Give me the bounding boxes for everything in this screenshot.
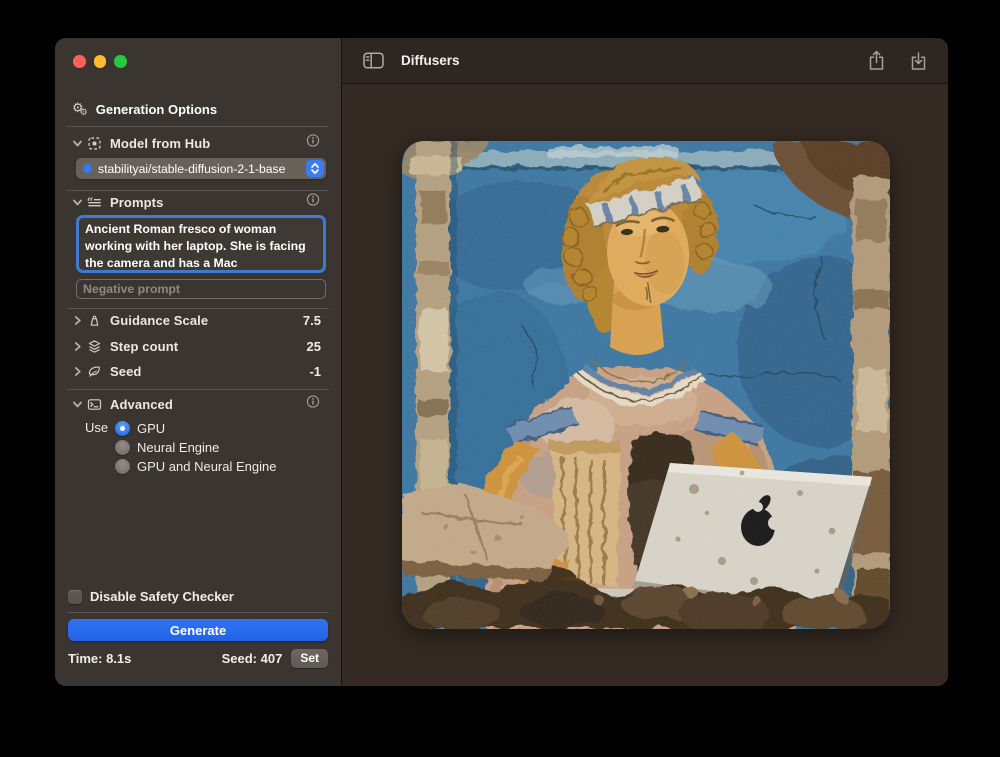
radio-unselected-icon[interactable] [115, 459, 130, 474]
guidance-scale-row[interactable]: Guidance Scale 7.5 [55, 311, 341, 329]
set-seed-button[interactable]: Set [291, 649, 328, 668]
seed-status-value: 407 [261, 651, 283, 666]
time-status: Time: 8.1s [68, 651, 131, 666]
chevron-down-icon[interactable] [70, 399, 84, 410]
divider [67, 612, 329, 613]
model-select[interactable]: stabilityai/stable-diffusion-2-1-base [76, 158, 326, 179]
seed-label: Seed [110, 364, 141, 379]
radio-gpu-label: GPU [137, 421, 165, 436]
use-label: Use [85, 420, 108, 435]
window-title: Diffusers [401, 53, 460, 68]
advanced-section-row[interactable]: Advanced [55, 395, 341, 413]
disable-safety-checker-label: Disable Safety Checker [90, 589, 234, 604]
radio-neural-engine[interactable]: Neural Engine [115, 438, 219, 456]
prompt-input[interactable]: Ancient Roman fresco of woman working wi… [79, 218, 323, 270]
main-titlebar: Diffusers [342, 38, 948, 84]
prompts-section-label: Prompts [110, 195, 163, 210]
share-button[interactable] [868, 50, 885, 71]
close-button[interactable] [73, 55, 86, 68]
divider [67, 389, 329, 390]
diffusers-window: ⚙⚙ Generation Options Model from Hub sta… [55, 38, 948, 686]
guidance-scale-label: Guidance Scale [110, 313, 208, 328]
generated-image[interactable] [402, 141, 890, 629]
chevron-right-icon[interactable] [70, 315, 84, 326]
step-count-row[interactable]: Step count 25 [55, 337, 341, 355]
checkbox-unchecked-icon[interactable] [68, 590, 82, 604]
download-icon [910, 50, 927, 71]
save-image-button[interactable] [910, 50, 927, 71]
model-select-value: stabilityai/stable-diffusion-2-1-base [98, 162, 285, 176]
guidance-scale-value: 7.5 [303, 313, 321, 328]
minimize-button[interactable] [94, 55, 107, 68]
sidebar-toggle-icon[interactable] [363, 52, 384, 69]
gears-icon: ⚙⚙ [72, 101, 88, 117]
generate-button[interactable]: Generate [68, 619, 328, 641]
info-icon[interactable] [306, 134, 320, 153]
divider [67, 190, 329, 191]
radio-neural-engine-label: Neural Engine [137, 440, 219, 455]
divider [67, 308, 329, 309]
chevron-down-icon[interactable] [70, 138, 84, 149]
radio-gpu[interactable]: GPU [115, 419, 165, 437]
step-count-label: Step count [110, 339, 178, 354]
disable-safety-checker[interactable]: Disable Safety Checker [68, 589, 234, 604]
scale-mass-icon [86, 313, 103, 328]
sidebar-header: ⚙⚙ Generation Options [55, 100, 341, 118]
divider [67, 126, 329, 127]
model-section-row[interactable]: Model from Hub [55, 134, 341, 152]
step-count-value: 25 [307, 339, 321, 354]
chevron-right-icon[interactable] [70, 341, 84, 352]
model-hub-icon [86, 136, 103, 151]
select-chevrons-icon[interactable] [306, 160, 324, 177]
chevron-right-icon[interactable] [70, 366, 84, 377]
desktop: ⚙⚙ Generation Options Model from Hub sta… [0, 0, 1000, 757]
prompt-field-wrapper: Ancient Roman fresco of woman working wi… [76, 215, 326, 273]
traffic-lights [73, 55, 127, 68]
time-value: 8.1s [106, 651, 131, 666]
generation-options-sidebar: ⚙⚙ Generation Options Model from Hub sta… [55, 38, 341, 686]
seed-value: -1 [309, 364, 321, 379]
radio-gpu-and-neural-engine[interactable]: GPU and Neural Engine [115, 457, 276, 475]
terminal-icon [86, 397, 103, 412]
chevron-down-icon[interactable] [70, 197, 84, 208]
zoom-button[interactable] [114, 55, 127, 68]
leaf-icon [86, 364, 103, 379]
advanced-section-label: Advanced [110, 397, 173, 412]
radio-selected-icon[interactable] [115, 421, 130, 436]
model-status-dot [83, 164, 92, 173]
negative-prompt-wrapper [76, 279, 326, 299]
info-icon[interactable] [306, 395, 320, 414]
seed-status: Seed: 407 [222, 651, 283, 666]
radio-unselected-icon[interactable] [115, 440, 130, 455]
seed-row[interactable]: Seed -1 [55, 362, 341, 380]
negative-prompt-input[interactable] [76, 279, 326, 299]
image-canvas [342, 84, 948, 686]
text-quote-icon [86, 195, 103, 210]
status-bar: Time: 8.1s Seed: 407 Set [68, 648, 328, 668]
main-pane: Diffusers [341, 38, 948, 686]
info-icon[interactable] [306, 193, 320, 212]
sidebar-header-title: Generation Options [96, 102, 217, 117]
radio-gpu-and-neural-engine-label: GPU and Neural Engine [137, 459, 276, 474]
prompts-section-row[interactable]: Prompts [55, 193, 341, 211]
time-label: Time: [68, 651, 102, 666]
share-icon [868, 50, 885, 71]
seed-status-label: Seed: [222, 651, 257, 666]
model-section-label: Model from Hub [110, 136, 210, 151]
stack-3d-icon [86, 339, 103, 354]
